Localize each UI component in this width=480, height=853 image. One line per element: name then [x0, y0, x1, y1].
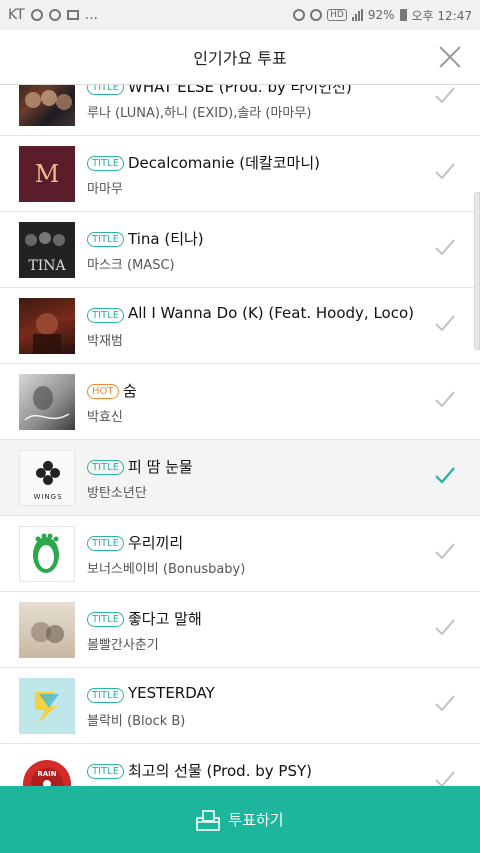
title-badge: TITLE	[87, 764, 125, 779]
song-list[interactable]: TITLE WHAT ELSE (Prod. by 라이언전) 루나 (LUNA…	[0, 60, 480, 786]
album-art-image: TINA	[19, 222, 75, 278]
song-title: 좋다고 말해	[128, 610, 202, 628]
title-badge: TITLE	[87, 688, 125, 703]
album-art: WINGS	[19, 450, 75, 506]
close-icon[interactable]	[438, 45, 462, 69]
artist-name: 방탄소년단	[87, 486, 147, 501]
notification-icon	[30, 9, 43, 21]
ballot-box-icon	[196, 809, 221, 831]
album-art-image	[35, 692, 59, 722]
song-title: All I Wanna Do (K) (Feat. Hoody, Loco)	[128, 304, 415, 322]
status-bar: KT ... HD 92% 오후 12:47	[0, 0, 480, 30]
song-row[interactable]: HOT 숨 박효신	[0, 364, 480, 440]
page-title: 인기가요 투표	[193, 49, 287, 68]
song-row[interactable]: TITLE YESTERDAY 블락비 (Block B)	[0, 668, 480, 744]
album-art-image	[33, 533, 59, 573]
vote-button-label: 투표하기	[228, 811, 284, 829]
alarm-icon	[310, 9, 323, 21]
album-art	[19, 298, 75, 354]
song-title: Tina (티나)	[128, 230, 204, 248]
dialog-header: 인기가요 투표	[0, 30, 480, 85]
title-badge: TITLE	[87, 612, 125, 627]
title-badge: TITLE	[87, 232, 125, 247]
vote-check-icon[interactable]	[434, 236, 456, 258]
vote-check-icon[interactable]	[434, 692, 456, 714]
album-art-image: M	[19, 146, 75, 202]
artist-name: 박재범	[87, 334, 123, 349]
album-art	[19, 678, 75, 734]
vote-button[interactable]: 투표하기	[0, 786, 480, 853]
song-row[interactable]: M TITLE Decalcomanie (데칼코마니) 마마무	[0, 136, 480, 212]
album-art-letter: M	[35, 160, 60, 188]
album-art-text: WINGS	[33, 493, 62, 501]
album-art-image: RAIN	[23, 760, 71, 786]
album-art-text: RAIN	[37, 770, 56, 778]
song-title: 우리끼리	[128, 534, 184, 552]
battery-icon	[399, 9, 407, 21]
song-row[interactable]: RAIN TITLE 최고의 선물 (Prod. by PSY) 비	[0, 744, 480, 786]
vote-check-icon[interactable]	[434, 616, 456, 638]
title-badge: TITLE	[87, 156, 125, 171]
song-row[interactable]: TITLE All I Wanna Do (K) (Feat. Hoody, L…	[0, 288, 480, 364]
song-row[interactable]: TITLE 좋다고 말해 볼빨간사춘기	[0, 592, 480, 668]
title-badge: TITLE	[87, 308, 125, 323]
vote-check-icon[interactable]	[434, 84, 456, 106]
album-art-image	[31, 622, 64, 643]
song-title: Decalcomanie (데칼코마니)	[128, 154, 320, 172]
artist-name: 마마무	[87, 182, 123, 197]
vote-check-icon[interactable]	[434, 160, 456, 182]
song-row[interactable]: TITLE 우리끼리 보너스베이비 (Bonusbaby)	[0, 516, 480, 592]
vote-check-icon[interactable]	[434, 540, 456, 562]
album-art	[19, 374, 75, 430]
sync-icon	[48, 9, 61, 21]
album-art-image	[24, 386, 70, 421]
artist-name: 마스크 (MASC)	[87, 258, 175, 273]
album-art	[19, 602, 75, 658]
artist-name: 박효신	[87, 410, 123, 425]
title-badge: TITLE	[87, 536, 125, 551]
album-art-image: WINGS	[33, 460, 62, 501]
more-notifications: ...	[84, 7, 99, 23]
vote-check-icon[interactable]	[434, 768, 456, 786]
hd-icon: HD	[327, 9, 347, 21]
song-title: 최고의 선물 (Prod. by PSY)	[128, 762, 312, 780]
album-art	[19, 526, 75, 582]
song-title: 피 땀 눈물	[128, 458, 193, 476]
clock: 오후 12:47	[411, 8, 472, 23]
song-title: 숨	[123, 382, 137, 400]
song-row[interactable]: TINA TITLE Tina (티나) 마스크 (MASC)	[0, 212, 480, 288]
album-art: TINA	[19, 222, 75, 278]
mute-icon	[293, 9, 306, 21]
scroll-handle[interactable]	[474, 192, 480, 350]
vote-check-icon[interactable]	[434, 312, 456, 334]
artist-name: 루나 (LUNA),하니 (EXID),솔라 (마마무)	[87, 106, 312, 121]
signal-icon	[351, 9, 363, 21]
vote-check-icon-selected[interactable]	[434, 464, 456, 486]
song-row-selected[interactable]: WINGS TITLE 피 땀 눈물 방탄소년단	[0, 440, 480, 516]
album-art-image	[33, 313, 61, 354]
image-icon	[66, 10, 79, 20]
vote-check-icon[interactable]	[434, 388, 456, 410]
song-title: YESTERDAY	[128, 684, 215, 702]
carrier-label: KT	[8, 7, 25, 23]
battery-percent: 92%	[367, 8, 395, 22]
title-badge: TITLE	[87, 460, 125, 475]
album-art: M	[19, 146, 75, 202]
artist-name: 보너스베이비 (Bonusbaby)	[87, 562, 246, 577]
album-art-text: TINA	[28, 258, 66, 274]
artist-name: 블락비 (Block B)	[87, 714, 186, 729]
artist-name: 볼빨간사춘기	[87, 638, 159, 653]
hot-badge: HOT	[87, 384, 119, 399]
album-art: RAIN	[19, 754, 75, 786]
